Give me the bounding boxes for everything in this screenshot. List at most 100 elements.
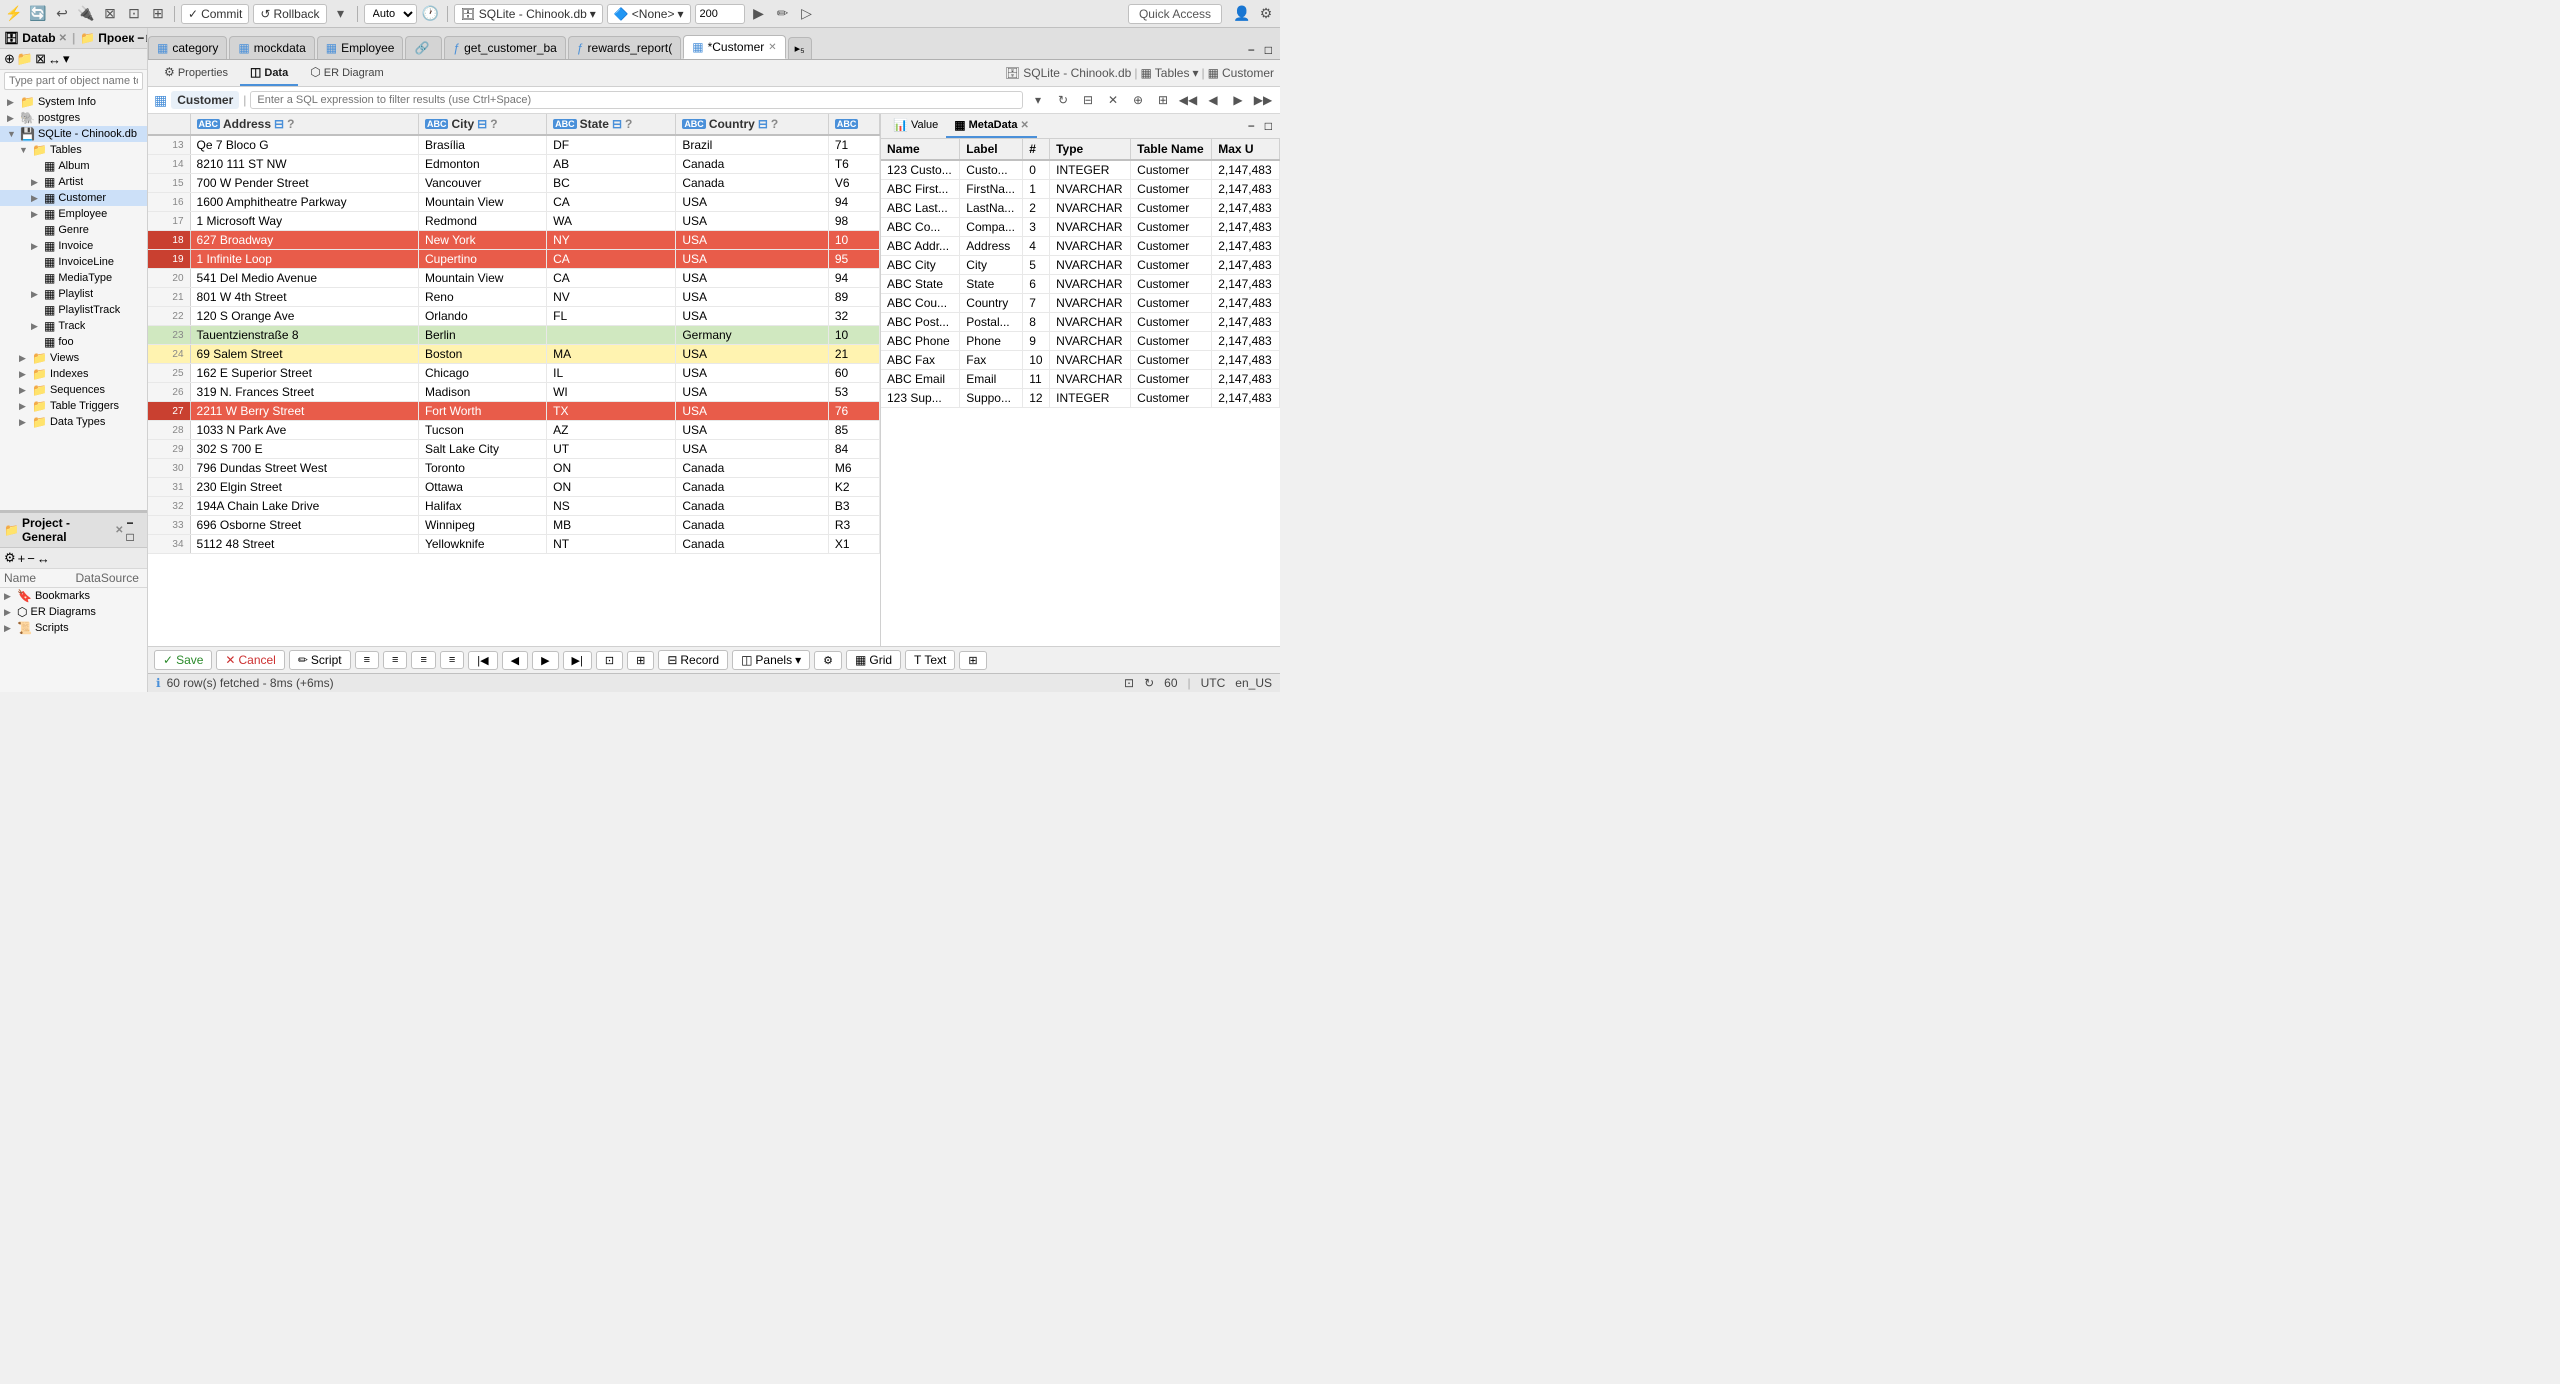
state-filter-icon[interactable]: ⊟ (612, 117, 622, 131)
toolbar-icon-3[interactable]: ↩ (52, 4, 72, 24)
auto-select[interactable]: Auto (364, 4, 417, 24)
nav-btn-extra2[interactable]: ⊞ (627, 651, 654, 670)
none-select[interactable]: 🔷 <None> ▾ (607, 4, 691, 24)
settings-button[interactable]: ⚙ (814, 651, 842, 670)
refresh-icon[interactable]: ↔ (48, 52, 61, 67)
table-row[interactable]: 32 194A Chain Lake Drive Halifax NS Cana… (148, 497, 880, 516)
filter-nav-next-btn[interactable]: ▶ (1227, 89, 1249, 111)
table-row[interactable]: 29 302 S 700 E Salt Lake City UT USA 84 (148, 440, 880, 459)
script-button[interactable]: ✏ Script (289, 650, 351, 670)
toolbar-run-icon[interactable]: ▶ (749, 4, 769, 24)
country-filter-icon[interactable]: ⊟ (758, 117, 768, 131)
tree-item-track[interactable]: ▶▦Track (0, 318, 147, 334)
filter-expression-input[interactable] (250, 91, 1023, 109)
filter-clear-btn[interactable]: ✕ (1102, 89, 1124, 111)
record-button[interactable]: ⊟ Record (658, 650, 728, 670)
format-btn3[interactable]: ≡ (411, 651, 435, 669)
format-btn2[interactable]: ≡ (383, 651, 407, 669)
table-row[interactable]: 26 319 N. Frances Street Madison WI USA … (148, 383, 880, 402)
text-button[interactable]: T Text (905, 650, 955, 670)
tabs-overflow-button[interactable]: ▸₅ (788, 37, 812, 59)
rp-tab-metadata[interactable]: ▦ MetaData ✕ (946, 114, 1037, 138)
tree-item-postgres[interactable]: ▶🐘postgres (0, 110, 147, 126)
table-row[interactable]: 27 2211 W Berry Street Fort Worth TX USA… (148, 402, 880, 421)
table-row[interactable]: 30 796 Dundas Street West Toronto ON Can… (148, 459, 880, 478)
rp-tab-value[interactable]: 📊 Value (885, 114, 946, 138)
city-filter-icon[interactable]: ⊟ (477, 117, 487, 131)
maximize-icon[interactable]: □ (146, 31, 147, 45)
clock-icon[interactable]: 🕐 (421, 4, 441, 24)
toolbar-icon-4[interactable]: 🔌 (76, 4, 96, 24)
tab-properties[interactable]: ⚙ Properties (154, 60, 238, 86)
save-button[interactable]: ✓ Save (154, 650, 212, 670)
table-row[interactable]: 31 230 Elgin Street Ottawa ON Canada K2 (148, 478, 880, 497)
project-item-bookmarks[interactable]: ▶🔖Bookmarks (0, 588, 147, 604)
tab-mockdata[interactable]: ▦mockdata (229, 36, 314, 59)
table-row[interactable]: 33 696 Osborne Street Winnipeg MB Canada… (148, 516, 880, 535)
tree-item-system-info[interactable]: ▶📁System Info (0, 94, 147, 110)
tab-sqlite[interactable]: 🔗 (405, 36, 442, 59)
tree-item-album[interactable]: ▦Album (0, 158, 147, 174)
table-row[interactable]: 13 Qe 7 Bloco G Brasília DF Brazil 71 (148, 135, 880, 155)
tree-item-indexes[interactable]: ▶📁Indexes (0, 366, 147, 382)
db-select[interactable]: 🗄 SQLite - Chinook.db ▾ (454, 4, 603, 24)
state-info-icon[interactable]: ? (625, 117, 632, 131)
tree-item-views[interactable]: ▶📁Views (0, 350, 147, 366)
tab-er-diagram[interactable]: ⬡ ER Diagram (300, 60, 393, 86)
project-item-scripts[interactable]: ▶📜Scripts (0, 620, 147, 636)
filter-custom-btn[interactable]: ⊞ (1152, 89, 1174, 111)
tree-item-table-triggers[interactable]: ▶📁Table Triggers (0, 398, 147, 414)
tab-rewards[interactable]: ƒrewards_report( (568, 36, 681, 59)
table-row[interactable]: 15 700 W Pender Street Vancouver BC Cana… (148, 174, 880, 193)
expand-icon[interactable]: ↔ (37, 551, 50, 566)
metadata-close-icon[interactable]: ✕ (1021, 120, 1029, 131)
filter-apply-btn[interactable]: ⊟ (1077, 89, 1099, 111)
more-icon[interactable]: ▾ (63, 51, 70, 67)
tree-item-customer[interactable]: ▶▦Customer (0, 190, 147, 206)
tab-data[interactable]: ◫ Data (240, 60, 298, 86)
tree-item-genre[interactable]: ▦Genre (0, 222, 147, 238)
toolbar-icon-8[interactable]: ▾ (331, 4, 351, 24)
filter-nav-first-btn[interactable]: ◀◀ (1177, 89, 1199, 111)
filter-nav-last-btn[interactable]: ▶▶ (1252, 89, 1274, 111)
table-row[interactable]: 18 627 Broadway New York NY USA 10 (148, 231, 880, 250)
toolbar-icon-person[interactable]: 👤 (1232, 4, 1252, 24)
data-table-container[interactable]: ABC Address ⊟ ? ABC City ⊟ (148, 114, 880, 646)
tab-close-customer[interactable]: ✕ (768, 42, 776, 53)
nav-first-button[interactable]: |◀ (468, 651, 497, 670)
tree-item-sqlite---chinook.db[interactable]: ▼💾SQLite - Chinook.db (0, 126, 147, 142)
quick-access-button[interactable]: Quick Access (1128, 4, 1222, 24)
format-btn1[interactable]: ≡ (355, 651, 379, 669)
commit-button[interactable]: ✓ Commit (181, 4, 249, 24)
proj-min-icon[interactable]: − (126, 516, 133, 530)
proj-max-icon[interactable]: □ (126, 530, 133, 544)
close-tab-icon[interactable]: ✕ (59, 33, 67, 44)
nav-btn-extra1[interactable]: ⊡ (596, 651, 623, 670)
new-folder-icon[interactable]: 📁 (17, 51, 33, 67)
grid-button[interactable]: ▦ Grid (846, 650, 901, 670)
filter-dropdown-btn[interactable]: ▾ (1027, 89, 1049, 111)
rp-maximize-icon[interactable]: □ (1261, 117, 1276, 135)
table-row[interactable]: 25 162 E Superior Street Chicago IL USA … (148, 364, 880, 383)
sub-tables-dropdown[interactable]: ▾ (1192, 66, 1198, 80)
toolbar-icon-settings[interactable]: ⚙ (1256, 4, 1276, 24)
table-row[interactable]: 24 69 Salem Street Boston MA USA 21 (148, 345, 880, 364)
tree-item-playlisttrack[interactable]: ▦PlaylistTrack (0, 302, 147, 318)
table-row[interactable]: 22 120 S Orange Ave Orlando FL USA 32 (148, 307, 880, 326)
tree-item-employee[interactable]: ▶▦Employee (0, 206, 147, 222)
minimize-icon[interactable]: − (137, 31, 144, 45)
table-row[interactable]: 20 541 Del Medio Avenue Mountain View CA… (148, 269, 880, 288)
table-row[interactable]: 19 1 Infinite Loop Cupertino CA USA 95 (148, 250, 880, 269)
tab-category[interactable]: ▦category (148, 36, 227, 59)
add-icon[interactable]: + (18, 551, 26, 566)
rp-minimize-icon[interactable]: − (1244, 117, 1259, 135)
format-btn4[interactable]: ≡ (440, 651, 464, 669)
tree-item-playlist[interactable]: ▶▦Playlist (0, 286, 147, 302)
cancel-button[interactable]: ✕ Cancel (216, 650, 284, 670)
toolbar-icon-5[interactable]: ⊠ (100, 4, 120, 24)
nav-next-button[interactable]: ▶ (532, 651, 558, 670)
toolbar-icon-1[interactable]: ⚡ (4, 4, 24, 24)
filter-nav-prev-btn[interactable]: ◀ (1202, 89, 1224, 111)
tree-item-invoice[interactable]: ▶▦Invoice (0, 238, 147, 254)
table-row[interactable]: 28 1033 N Park Ave Tucson AZ USA 85 (148, 421, 880, 440)
